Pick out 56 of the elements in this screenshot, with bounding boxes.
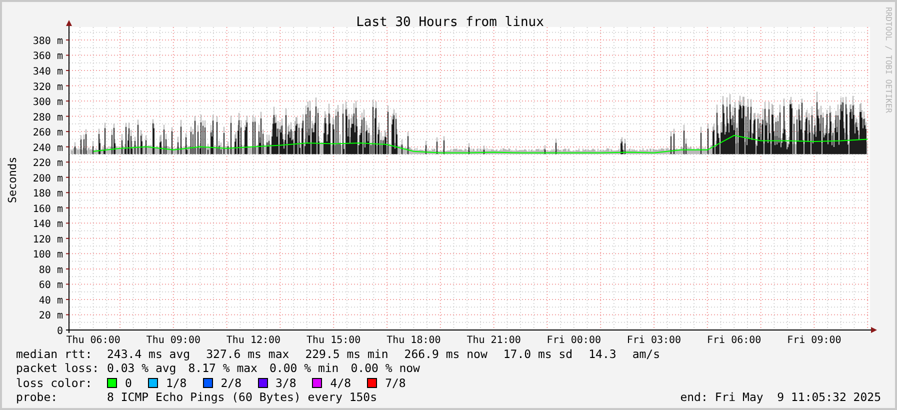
legend-value: 243.4 ms avg bbox=[107, 347, 190, 362]
legend-label: loss color: bbox=[16, 376, 94, 390]
y-tick-label: 160 m bbox=[32, 204, 63, 215]
legend-value: 229.5 ms min bbox=[305, 347, 388, 362]
y-tick-label: 320 m bbox=[32, 82, 63, 93]
x-tick-label: Fri 09:00 bbox=[787, 335, 842, 346]
legend-value: 327.6 ms max bbox=[206, 347, 290, 362]
y-tick-label: 200 m bbox=[32, 173, 63, 184]
y-tick-label: 340 m bbox=[32, 66, 63, 78]
y-tick-label: 0 bbox=[56, 326, 63, 337]
y-tick-label: 100 m bbox=[32, 250, 63, 261]
y-tick-label: 280 m bbox=[32, 112, 63, 124]
legend-value: 0.00 % now bbox=[350, 361, 420, 376]
loss-color-label: 0 bbox=[125, 376, 132, 390]
y-tick-label: 220 m bbox=[32, 158, 63, 170]
legend-label: probe: bbox=[16, 390, 59, 404]
x-tick-label: Thu 21:00 bbox=[466, 335, 521, 346]
x-tick-label: Fri 06:00 bbox=[707, 335, 762, 346]
x-tick-label: Thu 09:00 bbox=[146, 335, 200, 346]
x-tick-label: Thu 12:00 bbox=[226, 335, 281, 346]
loss-color-label: 3/8 bbox=[276, 376, 296, 390]
loss-color-label: 1/8 bbox=[166, 376, 187, 390]
legend-value: 0.00 % min bbox=[270, 361, 339, 376]
legend-value: 8.17 % max bbox=[188, 361, 258, 376]
end-time: end: Fri May 9 11:05:32 2025 bbox=[680, 390, 881, 404]
y-tick-label: 80 m bbox=[38, 264, 63, 276]
y-tick-label: 60 m bbox=[38, 280, 63, 292]
y-tick-label: 380 m bbox=[32, 36, 63, 47]
y-tick-label: 360 m bbox=[32, 51, 63, 62]
legend-value: 266.9 ms now bbox=[404, 347, 488, 362]
probe-description: 8 ICMP Echo Pings (60 Bytes) every 150s bbox=[107, 390, 378, 404]
credit-label: RRDTOOL / TOBI OETIKER bbox=[884, 7, 893, 113]
x-tick-label: Thu 15:00 bbox=[306, 335, 361, 346]
loss-color-label: 7/8 bbox=[385, 376, 406, 390]
y-tick-label: 120 m bbox=[32, 234, 63, 246]
legend-label: median rtt: bbox=[16, 347, 94, 362]
loss-color-label: 2/8 bbox=[220, 376, 242, 390]
x-tick-label: Thu 18:00 bbox=[386, 335, 441, 346]
y-tick-label: 240 m bbox=[32, 142, 63, 154]
loss-color-label: 4/8 bbox=[330, 376, 352, 390]
y-tick-label: 40 m bbox=[38, 295, 63, 306]
legend-label: packet loss: bbox=[16, 361, 100, 376]
legend-value: 17.0 ms sd bbox=[503, 347, 573, 362]
y-tick-label: 180 m bbox=[32, 188, 63, 200]
y-tick-label: 260 m bbox=[32, 128, 63, 139]
chart-title: Last 30 Hours from linux bbox=[356, 15, 544, 30]
y-axis-title: Seconds bbox=[6, 156, 19, 204]
y-tick-label: 300 m bbox=[32, 97, 63, 108]
x-tick-label: Fri 00:00 bbox=[546, 335, 601, 346]
y-tick-label: 140 m bbox=[32, 219, 63, 230]
y-tick-label: 20 m bbox=[38, 310, 63, 322]
legend-value: 14.3 bbox=[588, 347, 616, 362]
x-tick-label: Fri 03:00 bbox=[626, 335, 682, 346]
x-tick-label: Thu 06:00 bbox=[66, 335, 120, 346]
legend-value: 0.03 % avg bbox=[107, 361, 176, 376]
legend-value: am/s bbox=[632, 347, 660, 362]
